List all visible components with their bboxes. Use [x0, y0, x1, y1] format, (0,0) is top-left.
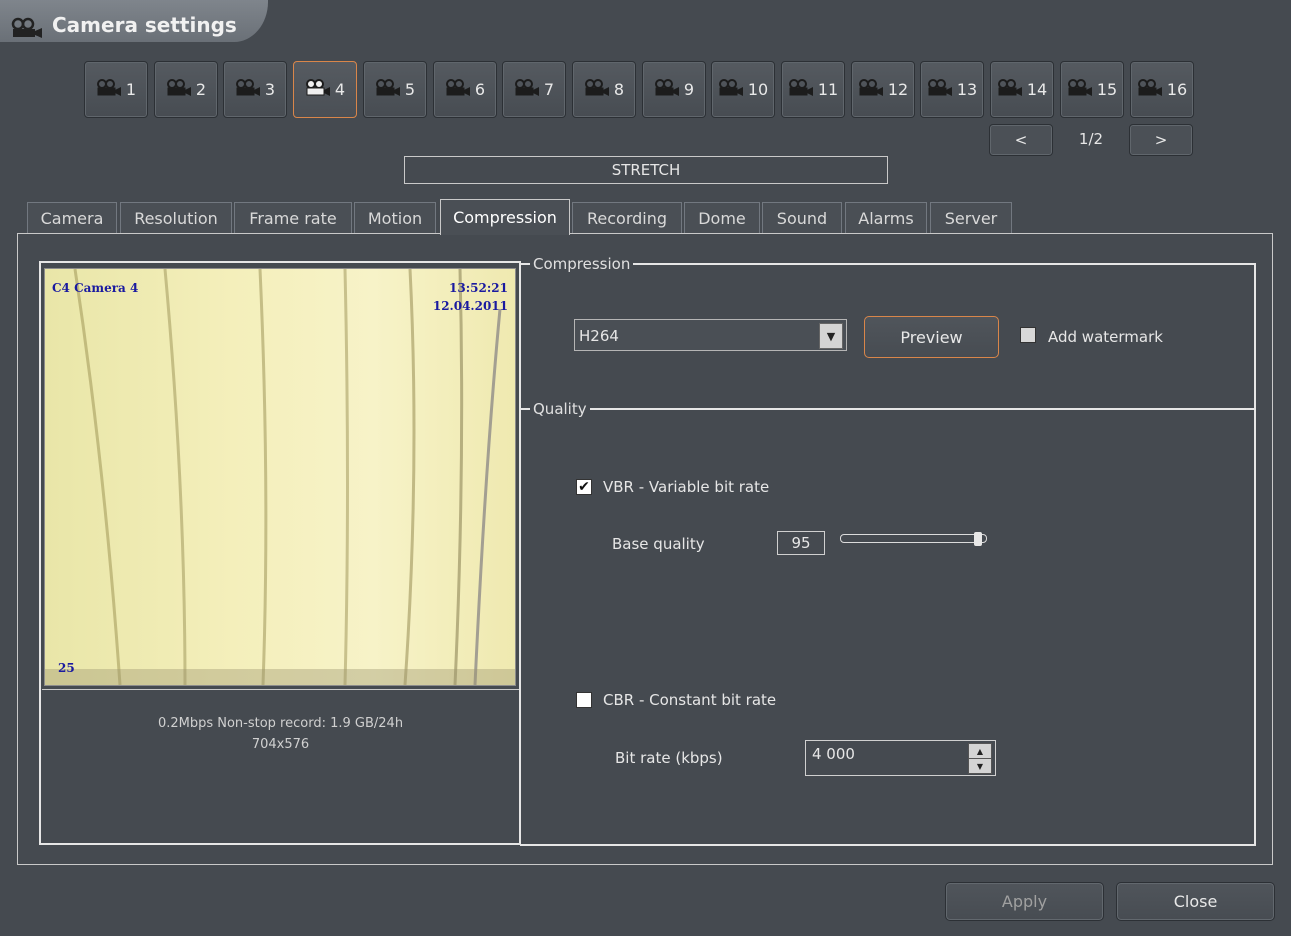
tab-camera[interactable]: Camera [27, 202, 117, 234]
camera-button-label: 16 [1166, 80, 1188, 99]
camera-icon [858, 78, 886, 101]
camera-button-label: 1 [125, 80, 137, 99]
camera-icon [10, 17, 48, 43]
bitrate-stats: 0.2Mbps Non-stop record: 1.9 GB/24h [157, 716, 404, 731]
camera-icon [654, 78, 682, 101]
quality-group-label: Quality [530, 400, 590, 418]
preview-button[interactable]: Preview [864, 316, 999, 358]
chevron-down-icon[interactable]: ▼ [819, 323, 843, 349]
tab-recording[interactable]: Recording [572, 202, 682, 234]
camera-icon [514, 78, 542, 101]
tab-server[interactable]: Server [930, 202, 1012, 234]
camera-button-7[interactable]: 7 [502, 61, 566, 118]
codec-value: H264 [579, 327, 619, 345]
camera-icon [927, 78, 955, 101]
camera-icon [997, 78, 1025, 101]
camera-icon [305, 78, 333, 101]
camera-button-label: 5 [404, 80, 416, 99]
window-title: Camera settings [52, 13, 237, 37]
spin-up-icon[interactable]: ▲ [968, 743, 992, 759]
tab-alarms[interactable]: Alarms [845, 202, 927, 234]
vbr-checkbox[interactable]: ✔ [576, 479, 592, 495]
camera-button-15[interactable]: 15 [1060, 61, 1124, 118]
overlay-time: 13:52:21 [449, 281, 508, 295]
camera-button-6[interactable]: 6 [433, 61, 497, 118]
overlay-camera-name: C4 Camera 4 [52, 281, 139, 295]
overlay-date: 12.04.2011 [432, 299, 508, 313]
camera-button-16[interactable]: 16 [1130, 61, 1194, 118]
camera-button-label: 4 [334, 80, 346, 99]
compression-group-label: Compression [530, 255, 634, 273]
tab-frame-rate[interactable]: Frame rate [234, 202, 352, 234]
watermark-checkbox[interactable] [1020, 327, 1036, 343]
prev-page-button[interactable]: < [989, 124, 1053, 156]
base-quality-slider[interactable] [840, 532, 995, 546]
overlay-fps: 25 [58, 661, 75, 675]
apply-button[interactable]: Apply [945, 882, 1104, 921]
bitrate-label: Bit rate (kbps) [615, 749, 723, 767]
camera-button-2[interactable]: 2 [154, 61, 218, 118]
title-tab: Camera settings [0, 0, 268, 42]
camera-button-5[interactable]: 5 [363, 61, 427, 118]
cbr-checkbox[interactable] [576, 692, 592, 708]
camera-button-label: 10 [747, 80, 769, 99]
camera-icon [96, 78, 124, 101]
camera-button-10[interactable]: 10 [711, 61, 775, 118]
camera-button-label: 13 [956, 80, 978, 99]
base-quality-value[interactable]: 95 [777, 531, 825, 555]
camera-icon [235, 78, 263, 101]
resolution-stats: 704x576 [251, 737, 310, 752]
slider-track [840, 534, 987, 543]
spin-down-icon[interactable]: ▼ [968, 758, 992, 774]
camera-button-label: 3 [264, 80, 276, 99]
camera-button-label: 9 [683, 80, 695, 99]
camera-preview-image: C4 Camera 4 13:52:21 12.04.2011 25 [44, 268, 516, 686]
bitrate-spinner[interactable]: 4 000 ▲ ▼ [805, 740, 996, 776]
camera-button-13[interactable]: 13 [920, 61, 984, 118]
tab-compression[interactable]: Compression [440, 199, 570, 235]
tab-motion[interactable]: Motion [354, 202, 436, 234]
page-indicator: 1/2 [1078, 130, 1104, 148]
camera-button-label: 15 [1096, 80, 1118, 99]
camera-button-label: 7 [543, 80, 555, 99]
watermark-label: Add watermark [1048, 328, 1163, 346]
next-page-button[interactable]: > [1129, 124, 1193, 156]
codec-select[interactable]: H264 ▼ [574, 319, 847, 351]
camera-button-label: 6 [474, 80, 486, 99]
camera-button-9[interactable]: 9 [642, 61, 706, 118]
camera-button-label: 2 [195, 80, 207, 99]
camera-button-label: 14 [1026, 80, 1048, 99]
camera-button-label: 12 [887, 80, 909, 99]
base-quality-label: Base quality [612, 535, 705, 553]
camera-button-11[interactable]: 11 [781, 61, 845, 118]
tab-dome[interactable]: Dome [684, 202, 760, 234]
camera-button-12[interactable]: 12 [851, 61, 915, 118]
stretch-button[interactable]: STRETCH [404, 156, 888, 184]
camera-icon [788, 78, 816, 101]
cbr-label: CBR - Constant bit rate [603, 691, 777, 709]
camera-icon [166, 78, 194, 101]
camera-icon [375, 78, 403, 101]
camera-icon [718, 78, 746, 101]
camera-button-8[interactable]: 8 [572, 61, 636, 118]
close-button[interactable]: Close [1116, 882, 1275, 921]
camera-button-label: 11 [817, 80, 839, 99]
camera-icon [584, 78, 612, 101]
tab-resolution[interactable]: Resolution [120, 202, 232, 234]
bitrate-value: 4 000 [812, 745, 855, 763]
camera-button-label: 8 [613, 80, 625, 99]
tab-sound[interactable]: Sound [762, 202, 842, 234]
slider-thumb[interactable] [974, 532, 982, 546]
camera-icon [1067, 78, 1095, 101]
vbr-label: VBR - Variable bit rate [603, 478, 770, 496]
camera-icon [1137, 78, 1165, 101]
camera-button-3[interactable]: 3 [223, 61, 287, 118]
divider [42, 689, 519, 690]
quality-group [520, 408, 1256, 846]
camera-button-1[interactable]: 1 [84, 61, 148, 118]
camera-icon [445, 78, 473, 101]
camera-button-14[interactable]: 14 [990, 61, 1054, 118]
camera-button-4[interactable]: 4 [293, 61, 357, 118]
